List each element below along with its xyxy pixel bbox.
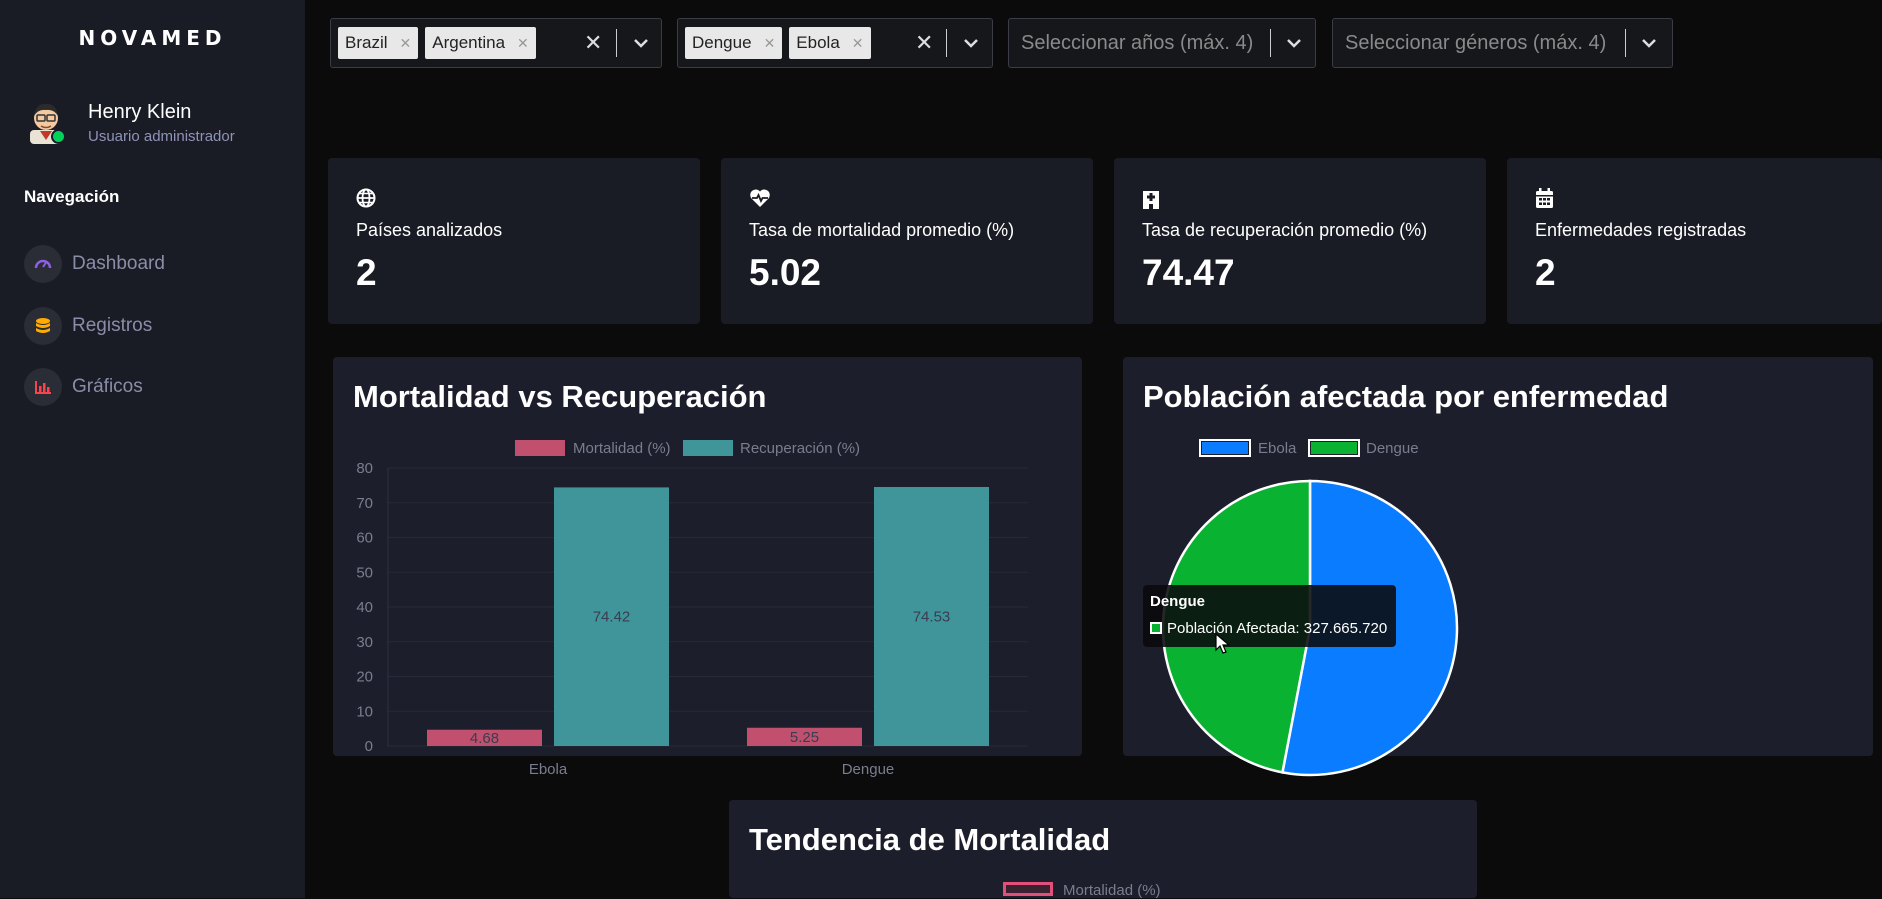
kpi-card-diseases: Enfermedades registradas 2 [1507,158,1882,324]
y-tick-label: 0 [365,738,373,755]
y-tick-label: 80 [356,460,373,477]
bar-chart: Mortalidad (%) Recuperación (%) 0 10 20 30 4… [356,440,1028,778]
legend-mortality[interactable]: Mortalidad (%) [515,440,671,457]
genders-filter[interactable]: Seleccionar géneros (máx. 4) [1332,18,1673,68]
y-tick-label: 50 [356,564,373,581]
sidebar-item-registros[interactable]: Registros [24,306,284,346]
y-tick-label: 40 [356,599,373,616]
sidebar-item-label: Dashboard [72,253,165,274]
heartbeat-icon [750,189,770,207]
legend-ebola[interactable]: Ebola [1199,439,1297,457]
chevron-down-icon[interactable] [962,34,980,52]
chip-dengue: Dengue ✕ [685,27,783,59]
tooltip-swatch [1150,622,1162,634]
chart-title: Tendencia de Mortalidad [749,822,1111,857]
kpi-label: Enfermedades registradas [1535,220,1747,240]
y-tick-label: 10 [356,703,373,720]
chart-title: Población afectada por enfermedad [1143,379,1669,414]
kpi-card-recovery: Tasa de recuperación promedio (%) 74.47 [1114,158,1486,324]
mouse-cursor-icon [1215,633,1231,654]
divider [1270,29,1271,57]
genders-placeholder: Seleccionar géneros (máx. 4) [1345,31,1607,54]
calendar-icon [1536,188,1553,208]
bar-value-label: 74.53 [913,609,951,626]
divider [946,29,947,57]
legend-swatch-fill [1311,442,1357,454]
chevron-down-icon[interactable] [632,34,650,52]
legend-swatch [515,440,565,456]
legend-label: Ebola [1258,440,1297,457]
y-tick-label: 20 [356,669,373,686]
remove-chip-icon[interactable]: ✕ [400,35,412,52]
kpi-value: 2 [1535,252,1556,293]
clear-icon[interactable]: ✕ [584,30,602,56]
bar-chart-icon [24,368,62,406]
nav-title: Navegación [24,187,120,206]
legend-dengue[interactable]: Dengue [1308,439,1419,457]
chip-label: Ebola [796,33,840,52]
kpi-label: Tasa de mortalidad promedio (%) [749,220,1015,240]
y-tick-label: 70 [356,495,373,512]
divider [1625,29,1626,57]
kpi-label: Países analizados [356,220,503,240]
y-tick-label: 30 [356,634,373,651]
kpi-value: 74.47 [1142,252,1235,293]
kpi-card-mortality: Tasa de mortalidad promedio (%) 5.02 [721,158,1093,324]
legend-recovery[interactable]: Recuperación (%) [683,440,860,457]
brand-logo: NOVAMED [78,26,227,50]
sidebar: NOVAMED Henry Klein Usuario administrado… [0,0,305,898]
disease-filter[interactable]: Dengue ✕ Ebola ✕ ✕ [677,18,993,68]
legend-swatch [1003,882,1053,896]
years-filter[interactable]: Seleccionar años (máx. 4) [1008,18,1316,68]
sidebar-item-label: Gráficos [72,376,143,397]
avatar[interactable] [28,100,66,144]
bar-value-label: 5.25 [790,729,819,746]
bar-value-label: 4.68 [470,730,499,747]
remove-chip-icon[interactable]: ✕ [517,35,529,52]
remove-chip-icon[interactable]: ✕ [852,35,864,52]
chip-label: Brazil [345,33,388,52]
legend-label: Mortalidad (%) [573,440,671,457]
divider [616,29,617,57]
sidebar-item-graficos[interactable]: Gráficos [24,367,284,407]
chip-brazil: Brazil ✕ [338,27,419,59]
globe-icon [356,188,376,208]
kpi-value: 2 [356,252,377,293]
chevron-down-icon[interactable] [1285,34,1303,52]
legend-label: Dengue [1366,440,1419,457]
legend-label: Mortalidad (%) [1063,882,1161,899]
database-icon [24,307,62,345]
legend-label: Recuperación (%) [740,440,860,457]
sidebar-item-label: Registros [72,315,153,336]
y-tick-label: 60 [356,530,373,547]
chip-ebola: Ebola ✕ [789,27,871,59]
pie-tooltip: Dengue Población Afectada: 327.665.720 [1143,585,1396,647]
country-filter[interactable]: Brazil ✕ Argentina ✕ ✕ [330,18,662,68]
tooltip-title: Dengue [1150,593,1206,610]
chevron-down-icon[interactable] [1640,34,1658,52]
kpi-label: Tasa de recuperación promedio (%) [1142,220,1428,240]
clear-icon[interactable]: ✕ [915,30,933,56]
tooltip-text: Población Afectada: 327.665.720 [1167,620,1388,637]
speedometer-icon [24,245,62,283]
chart-title: Mortalidad vs Recuperación [353,379,767,414]
remove-chip-icon[interactable]: ✕ [764,35,776,52]
online-status-dot [51,129,66,144]
years-placeholder: Seleccionar años (máx. 4) [1021,31,1254,54]
sidebar-item-dashboard[interactable]: Dashboard [24,244,284,284]
x-tick-label: Ebola [529,761,568,778]
user-role: Usuario administrador [88,128,235,145]
panel-mortality-trend: Tendencia de Mortalidad Mortalidad (%) [729,800,1477,899]
hospital-icon [1143,191,1159,209]
kpi-card-countries: Países analizados 2 [328,158,700,324]
kpi-value: 5.02 [749,252,822,293]
chip-label: Argentina [432,33,506,52]
chip-argentina: Argentina ✕ [425,27,536,59]
chip-label: Dengue [692,33,752,52]
x-tick-label: Dengue [842,761,895,778]
legend-swatch [683,440,733,456]
bar-value-label: 74.42 [593,609,631,626]
user-name: Henry Klein [88,101,192,123]
legend-swatch-fill [1202,442,1248,454]
